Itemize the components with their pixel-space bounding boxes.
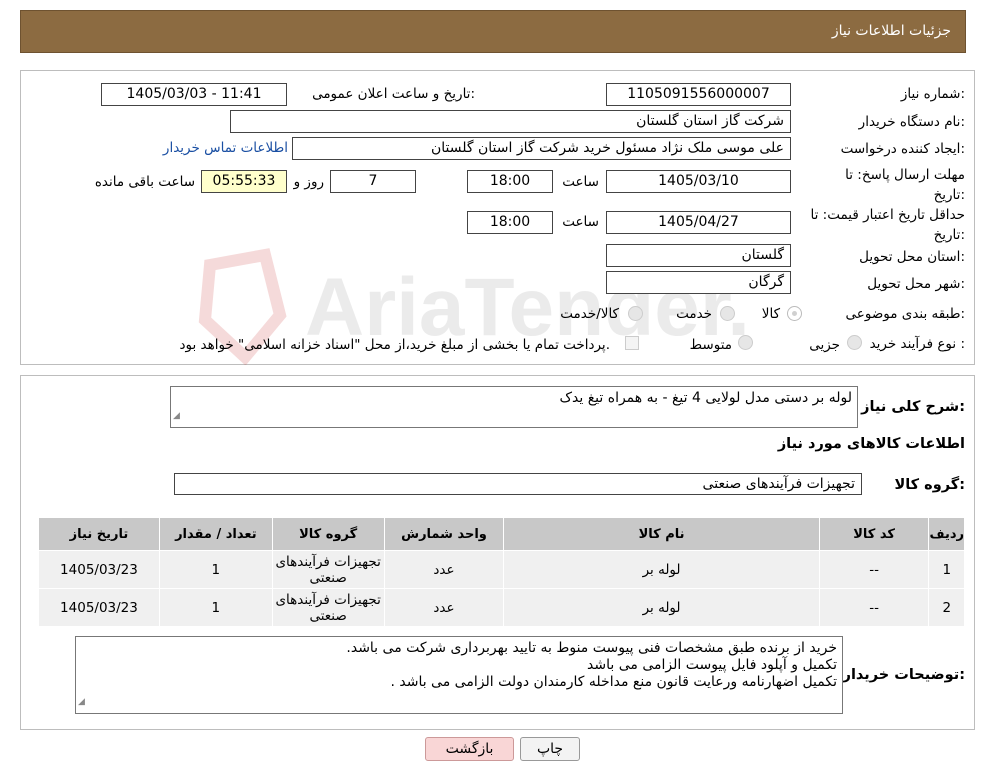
buyer-label: نام دستگاه خریدار: [858,114,965,130]
summary-label: شرح کلی نیاز: [861,399,965,415]
deadline-time-field: 18:00 [467,170,553,193]
goods-group-field: تجهیزات فرآیندهای صنعتی [174,473,862,495]
cell-qty: 1 [158,588,273,627]
days-word: روز و [293,174,324,190]
back-button[interactable]: بازگشت [425,737,514,761]
remaining-word: ساعت باقی مانده [94,174,195,190]
goods-table: ردیف کد کالا نام کالا واحد شمارش گروه کا… [38,517,965,627]
process-label: نوع فرآیند خرید : [869,336,965,352]
need-number-field: 1105091556000007 [606,83,791,106]
cell-name: لوله بر [503,588,820,627]
print-button[interactable]: چاپ [520,737,580,761]
announce-field: 1405/03/03 - 11:41 [101,83,287,106]
treasury-checkbox[interactable] [625,336,639,350]
table-row: 1 -- لوله بر عدد تجهیزات فرآیندهای صنعتی… [38,550,965,589]
process-medium-text: متوسط [689,337,732,353]
contact-buyer-link[interactable]: اطلاعات تماس خریدار [163,140,288,156]
col-row: ردیف [928,517,965,551]
cell-unit: عدد [383,588,505,627]
remaining-time-field: 05:55:33 [201,170,287,193]
buyer-field: شرکت گاز استان گلستان [230,110,791,133]
cell-name: لوله بر [503,550,820,589]
resize-grip-icon[interactable]: ◢ [78,694,85,711]
creator-field: علی موسی ملک نژاد مسئول خرید شرکت گاز اس… [292,137,791,160]
page-title: جزئیات اطلاعات نیاز [831,23,951,39]
col-unit: واحد شمارش [383,517,505,551]
need-number-label: شماره نیاز: [900,86,965,102]
city-field: گرگان [606,271,791,294]
col-code: کد کالا [818,517,930,551]
validity-time-word: ساعت [562,214,599,230]
col-group: گروه کالا [271,517,385,551]
notes-textarea[interactable]: خرید از برنده طبق مشخصات فنی پیوست منوط … [75,636,843,714]
notes-label: توضیحات خریدار: [842,667,965,683]
category-service-radio[interactable] [720,306,735,321]
col-name: نام کالا [503,517,820,551]
table-row: 2 -- لوله بر عدد تجهیزات فرآیندهای صنعتی… [38,588,965,627]
deadline-time-word: ساعت [562,174,599,190]
notes-line: خرید از برنده طبق مشخصات فنی پیوست منوط … [346,640,837,656]
notes-line: تکمیل اضهارنامه ورعایت قانون منع مداخله … [390,674,837,690]
table-header-row: ردیف کد کالا نام کالا واحد شمارش گروه کا… [38,517,965,551]
validity-time-field: 18:00 [467,211,553,234]
cell-date: 1405/03/23 [38,550,160,589]
province-field: گلستان [606,244,791,267]
category-service-text: خدمت [676,306,712,322]
page-header: جزئیات اطلاعات نیاز [20,10,966,53]
goods-group-label: گروه کالا: [894,477,965,493]
province-label: استان محل تحویل: [859,249,965,265]
cell-code: -- [818,588,930,627]
cell-date: 1405/03/23 [38,588,160,627]
notes-line: تکمیل و آپلود فایل پیوست الزامی می باشد [587,657,837,673]
cell-group: تجهیزات فرآیندهای صنعتی [271,588,385,627]
category-both-radio[interactable] [628,306,643,321]
validity-label: حداقل تاریخ اعتبار قیمت: تا تاریخ: [810,207,965,243]
summary-text: لوله بر دستی مدل لولایی 4 تیغ - به همراه… [559,390,852,406]
validity-date-field: 1405/04/27 [606,211,791,234]
cell-row: 2 [928,588,965,627]
deadline-label: مهلت ارسال پاسخ: تا تاریخ: [845,167,965,203]
category-both-text: کالا/خدمت [560,306,619,322]
payment-note: پرداخت تمام یا بخشی از مبلغ خرید،از محل … [179,337,610,353]
resize-grip-icon[interactable]: ◢ [173,408,180,425]
goods-section-title: اطلاعات کالاهای مورد نیاز [777,436,965,452]
summary-textarea[interactable]: لوله بر دستی مدل لولایی 4 تیغ - به همراه… [170,386,858,428]
process-minor-radio[interactable] [847,335,862,350]
cell-code: -- [818,550,930,589]
category-label: طبقه بندی موضوعی: [845,306,965,322]
city-label: شهر محل تحویل: [867,276,965,292]
category-goods-radio[interactable] [787,306,802,321]
days-field: 7 [330,170,416,193]
col-date: تاریخ نیاز [38,517,160,551]
category-goods-text: کالا [761,306,780,322]
cell-row: 1 [928,550,965,589]
cell-group: تجهیزات فرآیندهای صنعتی [271,550,385,589]
deadline-date-field: 1405/03/10 [606,170,791,193]
process-medium-radio[interactable] [738,335,753,350]
process-minor-text: جزیی [809,337,840,353]
cell-unit: عدد [383,550,505,589]
creator-label: ایجاد کننده درخواست: [840,141,965,157]
cell-qty: 1 [158,550,273,589]
announce-label: تاریخ و ساعت اعلان عمومی: [312,86,475,102]
col-qty: تعداد / مقدار [158,517,273,551]
